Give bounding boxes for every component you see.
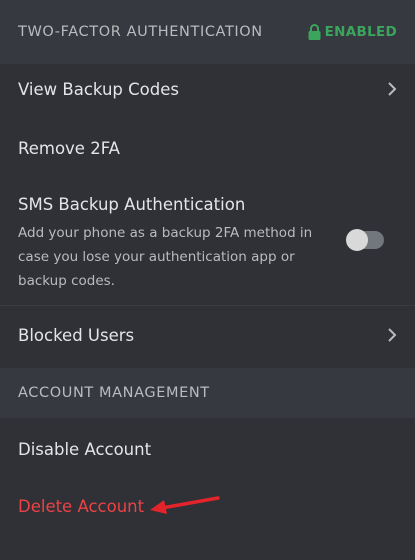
divider: [0, 305, 415, 306]
view-backup-codes-label: View Backup Codes: [18, 79, 179, 99]
disable-account-label: Disable Account: [18, 439, 152, 459]
two-factor-header: TWO-FACTOR AUTHENTICATION ENABLED: [0, 0, 415, 64]
view-backup-codes-row[interactable]: View Backup Codes: [0, 64, 415, 114]
two-factor-title: TWO-FACTOR AUTHENTICATION: [18, 24, 263, 40]
toggle-knob: [346, 229, 368, 251]
sms-backup-description: Add your phone as a backup 2FA method in…: [18, 225, 313, 289]
disable-account-row[interactable]: Disable Account: [0, 424, 415, 474]
blocked-users-row[interactable]: Blocked Users: [0, 310, 415, 360]
remove-2fa-row[interactable]: Remove 2FA: [0, 123, 415, 173]
enabled-status-text: ENABLED: [324, 24, 397, 40]
sms-backup-row: SMS Backup Authentication Add your phone…: [18, 195, 328, 293]
sms-backup-title: SMS Backup Authentication: [18, 195, 246, 214]
sms-backup-toggle[interactable]: [346, 229, 384, 251]
remove-2fa-label: Remove 2FA: [18, 138, 120, 158]
red-arrow-icon: [150, 496, 220, 514]
lock-icon: [308, 24, 321, 40]
chevron-right-icon: [387, 81, 397, 97]
delete-account-label: Delete Account: [18, 496, 145, 516]
enabled-badge: ENABLED: [308, 24, 397, 40]
account-management-title: ACCOUNT MANAGEMENT: [18, 385, 210, 401]
chevron-right-icon: [387, 327, 397, 343]
account-management-header: ACCOUNT MANAGEMENT: [0, 368, 415, 418]
blocked-users-label: Blocked Users: [18, 325, 135, 345]
